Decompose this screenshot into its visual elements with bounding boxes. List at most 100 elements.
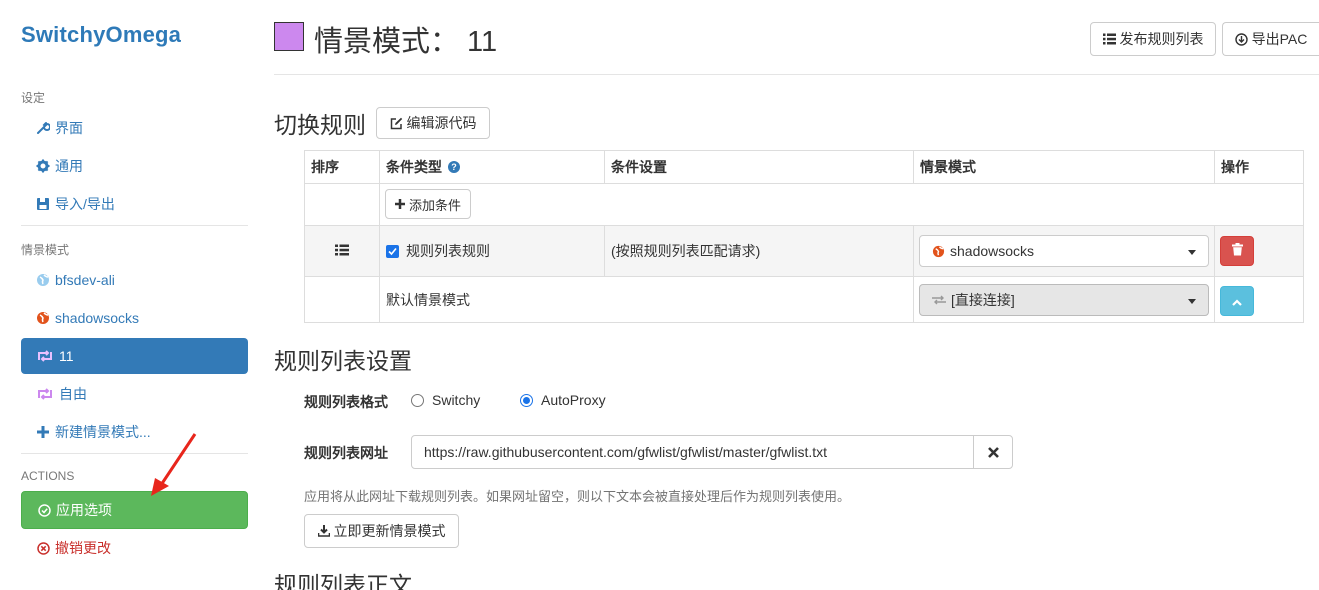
download-circle-icon — [1234, 32, 1248, 46]
table-cell — [304, 225, 380, 277]
plus-icon — [394, 199, 405, 209]
app-logo: SwitchyOmega — [21, 22, 182, 47]
actions-header: ACTIONS — [21, 469, 75, 483]
drag-handle-icon[interactable] — [335, 243, 349, 259]
direct-connect-icon — [932, 295, 946, 305]
table-cell: 规则列表规则 — [379, 225, 605, 277]
edit-source-button[interactable]: 编辑源代码 — [376, 107, 490, 139]
trash-icon — [1231, 243, 1243, 259]
chevron-down-icon — [1188, 250, 1196, 255]
condition-setting-value: (按照规则列表匹配请求) — [604, 225, 914, 277]
rule-profile-value: shadowsocks — [950, 243, 1035, 259]
column-header-profile: 情景模式 — [913, 150, 1215, 184]
check-circle-icon — [36, 502, 52, 518]
rule-list-url-input[interactable]: https://raw.githubusercontent.com/gfwlis… — [411, 435, 974, 469]
apply-options-label: 应用选项 — [56, 502, 112, 518]
x-circle-icon — [35, 540, 51, 556]
discard-changes-label: 撤销更改 — [55, 540, 111, 556]
radio-button[interactable] — [520, 393, 533, 407]
wrench-icon — [35, 120, 51, 136]
column-header-condition-setting: 条件设置 — [604, 150, 914, 184]
sidebar-divider — [21, 225, 248, 226]
default-profile-label: 默认情景模式 — [379, 276, 914, 323]
switch-icon — [35, 348, 55, 364]
rule-list-url-label: 规则列表网址 — [304, 445, 388, 461]
table-cell — [304, 276, 380, 323]
chevron-down-icon — [1188, 299, 1196, 304]
condition-type-value: 规则列表规则 — [406, 243, 490, 259]
switch-rules-title: 切换规则 — [274, 112, 366, 138]
download-icon — [317, 525, 330, 537]
sidebar: SwitchyOmega 设定 界面 通用 导入/导出 情景模式 bfsdev-… — [0, 0, 260, 590]
format-option-switchy[interactable]: Switchy — [411, 392, 480, 408]
sidebar-item-import-export[interactable]: 导入/导出 — [21, 186, 248, 222]
clear-url-button[interactable] — [973, 435, 1013, 469]
sidebar-item-bfsdev-ali[interactable]: bfsdev-ali — [21, 262, 248, 298]
export-pac-button[interactable]: 导出PAC — [1222, 22, 1319, 56]
rule-list-help-text: 应用将从此网址下载规则列表。如果网址留空，则以下文本会被直接处理后作为规则列表使… — [304, 489, 851, 504]
sidebar-item-label: shadowsocks — [55, 310, 140, 326]
table-cell — [379, 183, 1304, 226]
sidebar-item-label: bfsdev-ali — [55, 272, 115, 288]
radio-button[interactable] — [411, 393, 424, 407]
delete-rule-button[interactable] — [1220, 236, 1254, 266]
new-profile-button[interactable]: 新建情景模式... — [21, 414, 248, 450]
sidebar-item-shadowsocks[interactable]: shadowsocks — [21, 300, 248, 336]
list-icon — [1102, 33, 1116, 45]
sidebar-item-label: 通用 — [55, 158, 83, 174]
default-profile-value: [直接连接] — [951, 292, 1015, 308]
export-pac-label: 导出PAC — [1251, 31, 1308, 47]
table-cell — [304, 183, 380, 226]
gear-icon — [35, 158, 51, 174]
close-icon — [987, 442, 999, 463]
sidebar-item-interface[interactable]: 界面 — [21, 110, 248, 146]
settings-header: 设定 — [21, 91, 46, 105]
globe-icon — [35, 310, 51, 326]
rule-enabled-checkbox[interactable] — [386, 244, 399, 258]
new-profile-label: 新建情景模式... — [55, 424, 151, 440]
sidebar-item-free[interactable]: 自由 — [21, 376, 248, 412]
page-title: 情景模式： 11 — [314, 26, 498, 58]
update-profile-label: 立即更新情景模式 — [333, 523, 446, 539]
apply-options-button[interactable]: 应用选项 — [21, 491, 248, 529]
sidebar-item-11[interactable]: 11 — [21, 338, 248, 374]
sidebar-item-label: 自由 — [59, 386, 87, 402]
column-header-order: 排序 — [304, 150, 380, 184]
globe-icon — [35, 272, 51, 288]
publish-rule-list-label: 发布规则列表 — [1119, 31, 1204, 47]
globe-icon — [932, 245, 945, 258]
rule-profile-select[interactable]: shadowsocks — [919, 235, 1209, 267]
sidebar-divider — [21, 453, 248, 454]
help-icon[interactable]: ? — [448, 161, 460, 173]
annotation-arrow — [151, 433, 197, 496]
column-header-actions: 操作 — [1214, 150, 1304, 184]
column-header-label: 条件类型 — [386, 159, 442, 175]
move-up-button[interactable] — [1220, 286, 1254, 316]
sidebar-item-label: 界面 — [55, 120, 83, 136]
sidebar-item-label: 11 — [59, 348, 74, 364]
column-header-condition-type: 条件类型 ? — [379, 150, 605, 184]
chevron-up-icon — [1232, 293, 1242, 309]
rule-list-settings-title: 规则列表设置 — [274, 348, 412, 374]
rule-list-format-label: 规则列表格式 — [304, 394, 388, 410]
radio-label: AutoProxy — [541, 392, 606, 408]
publish-rule-list-button[interactable]: 发布规则列表 — [1090, 22, 1216, 56]
format-option-autoproxy[interactable]: AutoProxy — [520, 392, 606, 408]
switch-icon — [35, 386, 55, 402]
sidebar-item-label: 导入/导出 — [55, 196, 115, 212]
plus-icon — [35, 424, 51, 440]
discard-changes-button[interactable]: 撤销更改 — [21, 530, 248, 566]
edit-icon — [390, 117, 403, 130]
default-profile-select[interactable]: [直接连接] — [919, 284, 1209, 316]
rule-list-text-title: 规则列表正文 — [274, 572, 412, 590]
header-divider — [274, 74, 1319, 75]
edit-source-label: 编辑源代码 — [406, 115, 477, 131]
profile-color-swatch — [274, 22, 304, 51]
profiles-header: 情景模式 — [21, 243, 70, 257]
add-condition-button[interactable]: 添加条件 — [385, 189, 471, 219]
update-profile-button[interactable]: 立即更新情景模式 — [304, 514, 459, 548]
floppy-icon — [35, 196, 51, 212]
add-condition-label: 添加条件 — [408, 197, 461, 213]
sidebar-item-general[interactable]: 通用 — [21, 148, 248, 184]
radio-label: Switchy — [432, 392, 481, 408]
